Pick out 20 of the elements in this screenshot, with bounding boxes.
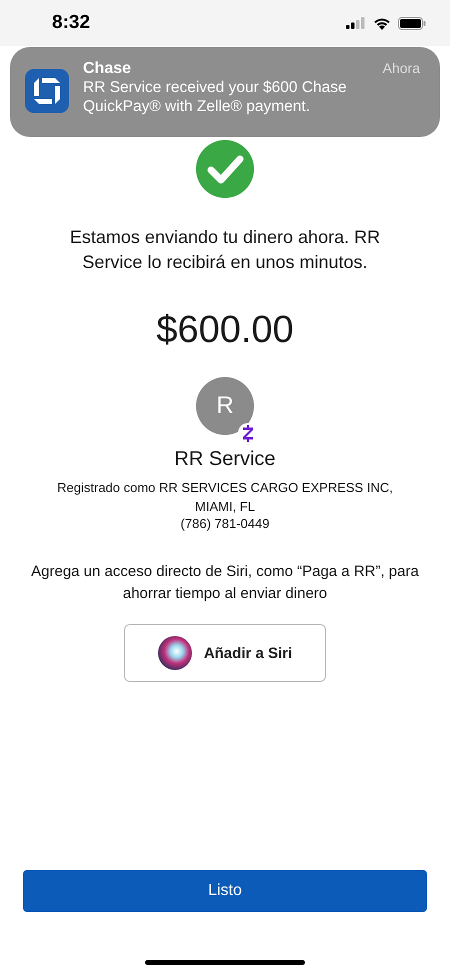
- app-logo-icon: [25, 69, 69, 113]
- done-button[interactable]: Listo: [23, 870, 427, 912]
- signal-icon: [346, 17, 366, 29]
- phone-number: (786) 781-0449: [180, 516, 270, 531]
- status-time: 8:32: [52, 12, 90, 34]
- wifi-icon: [373, 16, 391, 30]
- confirmation-message: Estamos enviando tu dinero ahora. RR Service lo recibirá en unos minutos.: [68, 226, 382, 274]
- checkmark-icon: [196, 140, 254, 198]
- battery-icon: [398, 16, 426, 30]
- add-to-siri-button[interactable]: Añadir a Siri: [124, 624, 326, 682]
- notification-app: Chase: [83, 60, 132, 78]
- siri-prompt: Agrega un acceso directo de Siri, como “Paga a RR”, para ahorrar tiempo al enviar dinero: [30, 562, 420, 604]
- notification-message: RR Service received your $600 Chase QuickPay® with Zelle® payment.: [83, 78, 348, 116]
- amount: $600.00: [156, 309, 294, 352]
- recipient-name: RR Service: [174, 448, 276, 471]
- registration-text: Registrado como RR SERVICES CARGO EXPRESS INC, MIAMI, FL: [56, 479, 394, 516]
- siri-icon: [158, 636, 192, 670]
- avatar: R: [196, 377, 254, 435]
- zelle-badge-icon: [242, 424, 254, 442]
- notification-time: Ahora: [382, 60, 420, 78]
